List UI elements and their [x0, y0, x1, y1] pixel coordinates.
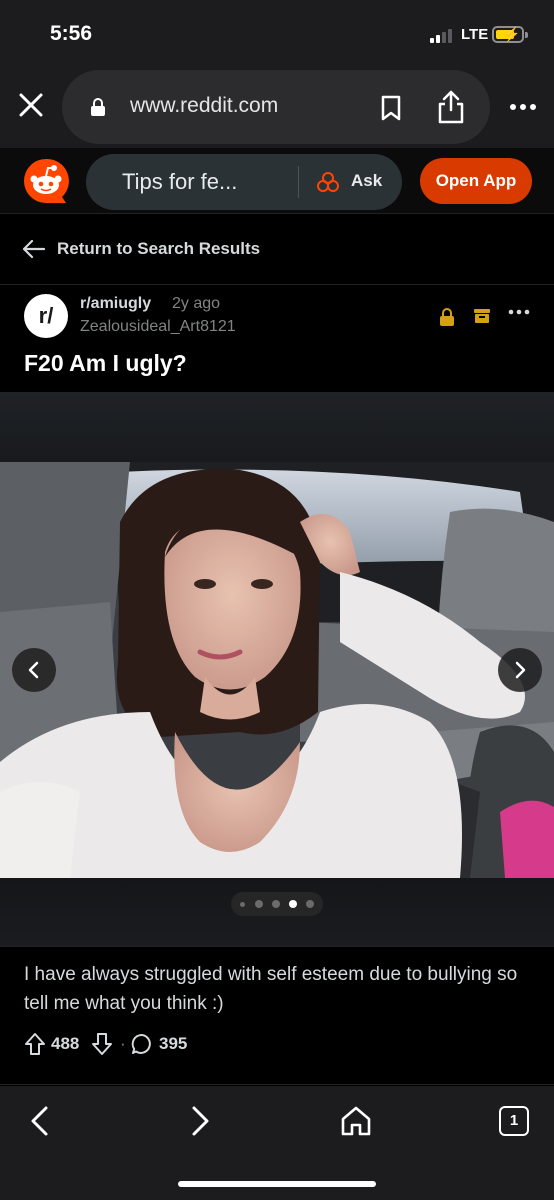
- ask-button[interactable]: Ask: [351, 171, 382, 191]
- pagination-dot[interactable]: [272, 900, 280, 908]
- subreddit-avatar[interactable]: r/: [24, 294, 68, 338]
- post-meta: r/ r/amiugly 2y ago Zealousideal_Art8121: [0, 290, 554, 346]
- divider: [0, 1084, 554, 1085]
- cellular-signal-icon: [430, 29, 452, 43]
- search-input[interactable]: Tips for fe... Ask: [86, 154, 402, 210]
- pagination-dot[interactable]: [306, 900, 314, 908]
- post-more-icon[interactable]: [508, 304, 530, 315]
- post-title[interactable]: F20 Am I ugly?: [24, 350, 187, 377]
- battery-icon: ⚡: [492, 26, 528, 43]
- post-body: I have always struggled with self esteem…: [24, 964, 518, 1014]
- open-app-button[interactable]: Open App: [420, 158, 532, 204]
- arrow-left-icon: [22, 237, 46, 261]
- address-bar[interactable]: www.reddit.com: [62, 70, 490, 144]
- comment-icon[interactable]: [131, 1033, 153, 1055]
- separator: ·: [120, 1034, 126, 1053]
- divider: [0, 284, 554, 285]
- home-indicator: [178, 1181, 376, 1187]
- archived-icon: [473, 308, 491, 324]
- browser-toolbar: www.reddit.com: [0, 64, 554, 148]
- return-label: Return to Search Results: [57, 239, 261, 258]
- status-bar: 5:56 LTE ⚡: [0, 0, 554, 64]
- search-divider: [298, 166, 299, 198]
- browser-bottom-toolbar: 1: [0, 1086, 554, 1200]
- network-type: LTE: [461, 26, 489, 43]
- back-icon[interactable]: [24, 1104, 58, 1138]
- close-icon[interactable]: [14, 88, 48, 122]
- post-actions: 488 · 395: [0, 1030, 554, 1060]
- author-name[interactable]: Zealousideal_Art8121: [80, 318, 236, 336]
- gallery-next-button[interactable]: [498, 648, 542, 692]
- divider: [0, 946, 554, 947]
- chevron-right-icon: [515, 661, 526, 679]
- pagination-dot-active[interactable]: [289, 900, 297, 908]
- vote-score: 488: [51, 1034, 80, 1053]
- reddit-header: Tips for fe... Ask Open App: [0, 148, 554, 214]
- downvote-icon[interactable]: [91, 1032, 113, 1056]
- comment-count[interactable]: 395: [159, 1034, 187, 1054]
- home-icon[interactable]: [339, 1104, 373, 1138]
- post-image[interactable]: [0, 462, 554, 878]
- upvote-icon[interactable]: [24, 1032, 46, 1056]
- reddit-logo-icon[interactable]: [22, 157, 70, 205]
- image-gallery[interactable]: [0, 392, 554, 946]
- forward-icon[interactable]: [182, 1104, 216, 1138]
- url-text: www.reddit.com: [130, 94, 279, 117]
- chevron-left-icon: [28, 661, 39, 679]
- lock-icon: [90, 98, 106, 116]
- return-to-search-link[interactable]: Return to Search Results: [0, 224, 554, 274]
- gallery-pagination: [231, 892, 323, 916]
- locked-icon: [439, 308, 455, 326]
- status-time: 5:56: [50, 22, 93, 45]
- subreddit-name[interactable]: r/amiugly: [80, 295, 151, 313]
- share-icon[interactable]: [436, 90, 466, 124]
- post-age: 2y ago: [172, 295, 221, 312]
- pagination-dot[interactable]: [240, 902, 245, 907]
- bookmark-icon[interactable]: [380, 95, 402, 121]
- tabs-button[interactable]: 1: [499, 1106, 529, 1136]
- pagination-dot[interactable]: [255, 900, 263, 908]
- ask-icon[interactable]: [316, 170, 340, 194]
- search-query-text: Tips for fe...: [122, 169, 238, 194]
- gallery-prev-button[interactable]: [12, 648, 56, 692]
- more-options-icon[interactable]: [508, 92, 538, 122]
